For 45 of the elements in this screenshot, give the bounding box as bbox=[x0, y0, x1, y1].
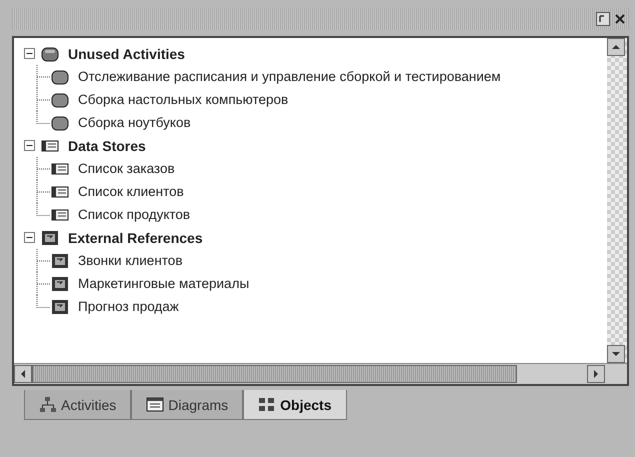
tree-item[interactable]: Звонки клиентов bbox=[78, 253, 182, 268]
tree-item[interactable]: Прогноз продаж bbox=[78, 299, 179, 314]
tree-connector bbox=[36, 249, 50, 272]
activity-icon bbox=[50, 68, 70, 84]
group-label[interactable]: Data Stores bbox=[68, 138, 146, 154]
tree-connector bbox=[36, 157, 50, 180]
group-label[interactable]: Unused Activities bbox=[68, 46, 185, 62]
close-icon[interactable] bbox=[613, 12, 627, 26]
tree-item[interactable]: Сборка ноутбуков bbox=[78, 115, 191, 130]
table-icon bbox=[50, 184, 70, 200]
table-icon bbox=[50, 160, 70, 176]
collapse-icon[interactable] bbox=[24, 232, 35, 243]
horizontal-scrollbar[interactable] bbox=[14, 363, 627, 384]
pin-icon[interactable] bbox=[596, 12, 610, 26]
document-icon bbox=[50, 276, 70, 292]
objects-icon bbox=[258, 396, 276, 414]
scroll-up-icon[interactable] bbox=[607, 38, 625, 56]
tree-item[interactable]: Список клиентов bbox=[78, 184, 184, 199]
collapse-icon[interactable] bbox=[24, 140, 35, 151]
tree-item[interactable]: Список продуктов bbox=[78, 207, 190, 222]
scroll-left-icon[interactable] bbox=[14, 365, 32, 383]
flowchart-icon bbox=[39, 396, 57, 414]
tree-item[interactable]: Сборка настольных компьютеров bbox=[78, 92, 288, 107]
tab[interactable]: Diagrams bbox=[131, 390, 244, 420]
tab[interactable]: Activities bbox=[24, 390, 132, 420]
scroll-thumb[interactable] bbox=[32, 365, 517, 383]
scroll-down-icon[interactable] bbox=[607, 345, 625, 363]
activity-icon bbox=[50, 114, 70, 130]
document-icon bbox=[50, 252, 70, 268]
group-label[interactable]: External References bbox=[68, 230, 203, 246]
collapse-icon[interactable] bbox=[24, 48, 35, 59]
window-icon bbox=[146, 396, 164, 414]
document-icon bbox=[50, 298, 70, 314]
tree-item[interactable]: Отслеживание расписания и управление сборкой и тестированием bbox=[78, 69, 501, 84]
table-icon bbox=[40, 138, 60, 154]
tree-connector bbox=[36, 65, 50, 88]
document-icon bbox=[40, 230, 60, 246]
scroll-right-icon[interactable] bbox=[587, 365, 605, 383]
table-icon bbox=[50, 206, 70, 222]
tree-item[interactable]: Список заказов bbox=[78, 161, 175, 176]
tab[interactable]: Objects bbox=[243, 390, 346, 420]
tree-item[interactable]: Маркетинговые материалы bbox=[78, 276, 250, 291]
folder-icon bbox=[40, 46, 60, 62]
vertical-scrollbar[interactable] bbox=[607, 38, 627, 363]
activity-icon bbox=[50, 92, 70, 108]
